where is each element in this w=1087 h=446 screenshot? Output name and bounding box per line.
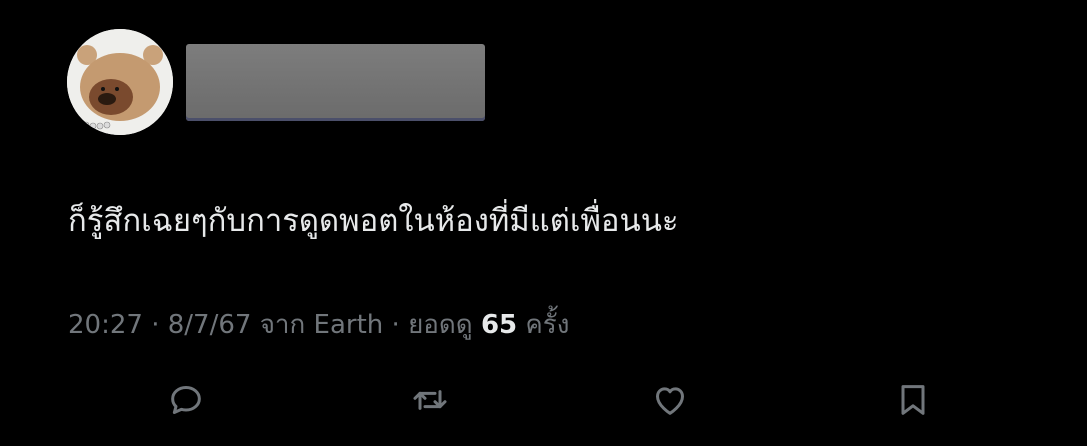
bookmark-icon — [901, 385, 925, 415]
tweet-date[interactable]: 8/7/67 — [168, 310, 252, 340]
retweet-button[interactable] — [406, 376, 454, 424]
avatar[interactable] — [67, 29, 173, 135]
source-prefix: จาก — [259, 310, 306, 340]
retweet-icon — [413, 390, 447, 410]
bookmark-button[interactable] — [889, 376, 937, 424]
views-label-suffix: ครั้ง — [525, 310, 570, 340]
meta-separator: · — [142, 310, 168, 340]
like-button[interactable] — [646, 376, 694, 424]
views-label-prefix: ยอดดู — [408, 310, 473, 340]
tweet-time[interactable]: 20:27 — [68, 310, 143, 340]
reply-button[interactable] — [162, 376, 210, 424]
like-icon — [656, 387, 684, 415]
tweet-text: ก็รู้สึกเฉยๆกับการดูดพอตในห้องที่มีแต่เพ… — [68, 203, 679, 239]
tweet-meta: 20:27 · 8/7/67 จาก Earth · ยอดดู 65 ครั้… — [68, 305, 569, 345]
author-name-redaction — [186, 44, 485, 121]
meta-separator-2: · — [383, 310, 409, 340]
tweet-source: Earth — [313, 310, 384, 340]
views-count[interactable]: 65 — [481, 310, 517, 340]
reply-icon — [171, 386, 201, 414]
